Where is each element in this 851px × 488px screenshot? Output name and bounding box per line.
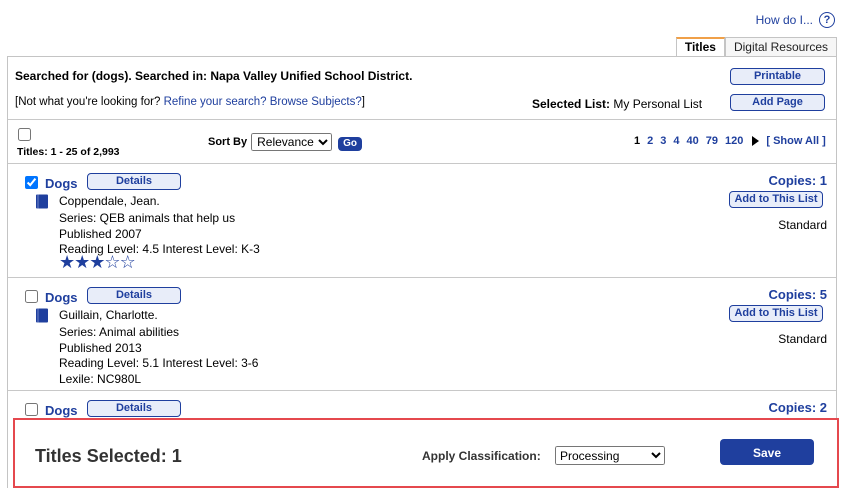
item-copies[interactable]: Copies: 5	[768, 287, 827, 302]
page-40[interactable]: 40	[687, 135, 699, 147]
list-item: Dogs Details Copies: 2	[8, 400, 836, 420]
classification-select[interactable]: Processing	[555, 446, 665, 465]
titles-selected-count: Titles Selected: 1	[35, 446, 182, 466]
apply-classification-label: Apply Classification:	[422, 449, 541, 463]
add-to-list-button[interactable]: Add to This List	[729, 305, 823, 322]
item-published: Published 2007	[59, 226, 142, 241]
page-120[interactable]: 120	[725, 135, 743, 147]
item-title[interactable]: Dogs	[45, 176, 78, 191]
next-page-icon[interactable]	[752, 136, 760, 146]
list-item: Dogs Details Coppendale, Jean. Series: Q…	[8, 173, 836, 273]
item-lexile: Lexile: NC980L	[59, 371, 142, 386]
item-levels: Reading Level: 5.1 Interest Level: 3-6	[59, 356, 259, 370]
tab-digital-resources[interactable]: Digital Resources	[724, 37, 837, 56]
details-button[interactable]: Details	[87, 400, 181, 417]
page-current: 1	[634, 135, 641, 147]
selection-footer: Titles Selected: 1 Apply Classification:…	[13, 418, 839, 488]
item-series: Series: Animal abilities	[59, 325, 180, 339]
item-checkbox[interactable]	[25, 176, 38, 189]
item-copies[interactable]: Copies: 2	[768, 400, 827, 415]
selected-list-value: My Personal List	[613, 97, 703, 111]
add-page-button[interactable]: Add Page	[730, 94, 825, 111]
footer-content: Titles Selected: 1 Apply Classification:…	[17, 422, 835, 484]
help-link[interactable]: How do I... ?	[756, 12, 835, 28]
item-author: Guillain, Charlotte.	[59, 308, 158, 322]
tab-titles[interactable]: Titles	[675, 37, 725, 56]
printable-button[interactable]: Printable	[730, 68, 825, 85]
go-button[interactable]: Go	[338, 136, 363, 151]
star-empty-icon: ☆	[119, 252, 136, 272]
sort-select[interactable]: Relevance	[251, 133, 333, 151]
not-found-text: [Not what you're looking for?	[15, 96, 161, 108]
tab-bar: Titles Digital Resources	[675, 37, 837, 56]
save-button[interactable]: Save	[720, 439, 814, 465]
item-published: Published 2013	[59, 340, 142, 355]
page-4[interactable]: 4	[673, 135, 679, 147]
pagination: 1 2 3 4 40 79 120 [ Show All ]	[634, 135, 826, 147]
item-info: Series: QEB animals that help us Publish…	[59, 211, 260, 258]
sort-by: Sort By Relevance Go	[208, 133, 363, 151]
selected-list-label: Selected List:	[532, 97, 611, 111]
closing-bracket: ]	[361, 96, 365, 108]
star-filled-icon: ★	[59, 252, 75, 272]
browse-subjects-link[interactable]: Browse Subjects?	[270, 96, 362, 108]
select-all-checkbox[interactable]	[18, 128, 31, 141]
item-classification: Standard	[778, 218, 827, 232]
refine-search-link[interactable]: Refine your search?	[164, 96, 267, 108]
results-count: Titles: 1 - 25 of 2,993	[17, 146, 120, 158]
page-3[interactable]: 3	[660, 135, 666, 147]
item-series: Series: QEB animals that help us	[59, 211, 236, 225]
sort-label: Sort By	[208, 136, 248, 148]
star-filled-icon: ★	[89, 252, 105, 272]
divider	[8, 119, 836, 120]
star-empty-icon: ☆	[104, 252, 120, 272]
item-title[interactable]: Dogs	[45, 290, 78, 305]
book-icon	[36, 308, 48, 323]
book-icon	[36, 194, 48, 209]
search-summary: Searched for (dogs). Searched in: Napa V…	[15, 69, 413, 83]
divider	[8, 163, 836, 164]
item-classification: Standard	[778, 332, 827, 346]
item-author: Coppendale, Jean.	[59, 194, 160, 208]
divider	[8, 390, 836, 391]
page-79[interactable]: 79	[706, 135, 718, 147]
details-button[interactable]: Details	[87, 287, 181, 304]
add-to-list-button[interactable]: Add to This List	[729, 191, 823, 208]
rating-stars: ★ ★ ★ ☆ ☆	[59, 252, 136, 272]
item-checkbox[interactable]	[25, 290, 38, 303]
item-copies[interactable]: Copies: 1	[768, 173, 827, 188]
item-info: Series: Animal abilities Published 2013 …	[59, 325, 258, 387]
list-item: Dogs Details Guillain, Charlotte. Series…	[8, 287, 836, 387]
details-button[interactable]: Details	[87, 173, 181, 190]
item-checkbox[interactable]	[25, 403, 38, 416]
page-2[interactable]: 2	[647, 135, 653, 147]
show-all-link[interactable]: [ Show All ]	[766, 135, 825, 147]
refine-line: [Not what you're looking for? Refine you…	[15, 96, 365, 108]
divider	[8, 277, 836, 278]
star-filled-icon: ★	[74, 252, 90, 272]
help-label[interactable]: How do I...	[756, 13, 813, 27]
selected-list: Selected List: My Personal List	[532, 97, 702, 111]
item-title[interactable]: Dogs	[45, 403, 78, 418]
help-icon[interactable]: ?	[819, 12, 835, 28]
